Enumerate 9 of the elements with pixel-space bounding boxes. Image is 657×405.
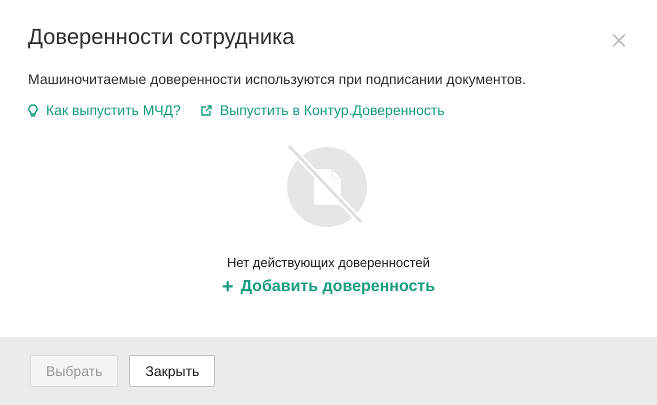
issue-link[interactable]: Выпустить в Контур.Доверенность — [200, 101, 445, 119]
description-text: Машиночитаемые доверенности используются при подписании документов. — [28, 70, 528, 88]
lightbulb-icon — [28, 104, 38, 116]
dialog-title: Доверенности сотрудника — [28, 23, 294, 51]
close-button[interactable]: Закрыть — [129, 355, 216, 387]
external-link-icon — [200, 104, 212, 116]
help-link[interactable]: Как выпустить МЧД? — [28, 101, 181, 119]
empty-message: Нет действующих доверенностей — [227, 255, 430, 270]
add-power-of-attorney-link[interactable]: + Добавить доверенность — [222, 278, 436, 296]
